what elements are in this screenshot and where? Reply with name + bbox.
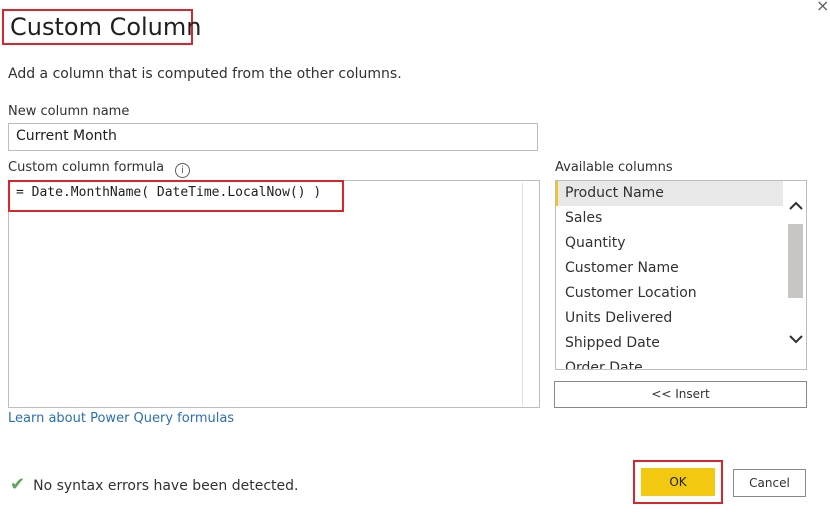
formula-editor-divider xyxy=(522,183,523,405)
cancel-button[interactable]: Cancel xyxy=(733,469,806,497)
list-item-sales[interactable]: Sales xyxy=(556,206,783,231)
insert-button[interactable]: << Insert xyxy=(554,381,807,408)
custom-formula-label: Custom column formula xyxy=(8,160,165,175)
syntax-status: ✔ No syntax errors have been detected. xyxy=(10,474,298,495)
chevron-down-icon[interactable] xyxy=(787,332,804,348)
formula-editor[interactable] xyxy=(8,180,540,408)
close-icon[interactable]: × xyxy=(816,0,829,15)
scrollbar-thumb[interactable] xyxy=(788,224,803,298)
list-item-units-delivered[interactable]: Units Delivered xyxy=(556,306,783,331)
dialog-title: Custom Column xyxy=(2,9,201,45)
available-columns-list[interactable]: Product Name Sales Quantity Customer Nam… xyxy=(555,180,807,370)
available-columns-scrollbar[interactable] xyxy=(784,181,806,369)
list-item-customer-name[interactable]: Customer Name xyxy=(556,256,783,281)
syntax-status-text: No syntax errors have been detected. xyxy=(33,478,299,494)
learn-power-query-link[interactable]: Learn about Power Query formulas xyxy=(8,411,234,426)
new-column-name-input[interactable]: Current Month xyxy=(8,123,538,151)
list-item-quantity[interactable]: Quantity xyxy=(556,231,783,256)
list-item-order-date[interactable]: Order Date xyxy=(556,356,783,369)
list-item-product-name[interactable]: Product Name xyxy=(556,181,783,206)
checkmark-icon: ✔ xyxy=(10,474,26,495)
dialog-description: Add a column that is computed from the o… xyxy=(8,66,402,82)
ok-button[interactable]: OK xyxy=(641,468,715,496)
list-item-shipped-date[interactable]: Shipped Date xyxy=(556,331,783,356)
available-columns-label: Available columns xyxy=(555,160,673,175)
formula-text[interactable]: = Date.MonthName( DateTime.LocalNow() ) xyxy=(16,185,321,200)
new-column-name-label: New column name xyxy=(8,104,130,119)
chevron-up-icon[interactable] xyxy=(787,199,804,215)
info-icon[interactable]: i xyxy=(175,163,190,178)
list-item-customer-location[interactable]: Customer Location xyxy=(556,281,783,306)
